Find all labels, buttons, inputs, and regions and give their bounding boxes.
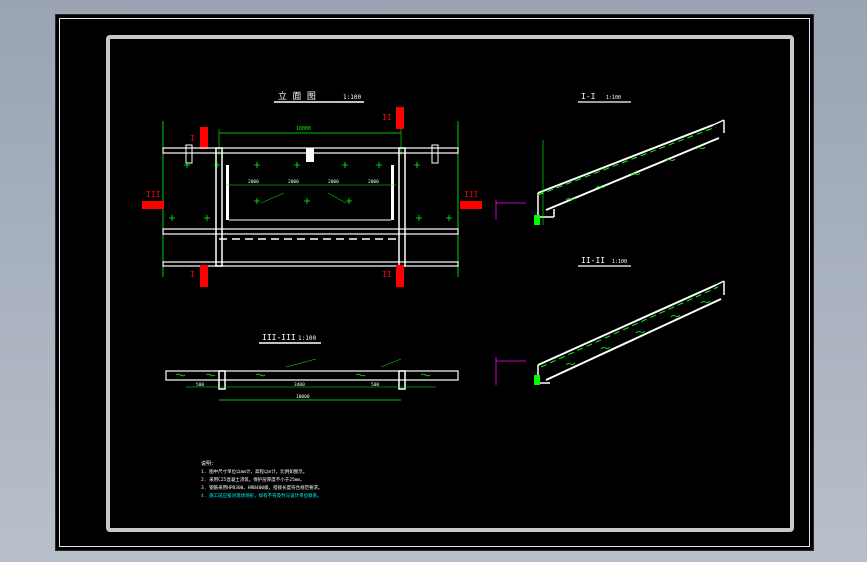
marker-II-bottom-label: II	[382, 270, 392, 279]
marker-I-top-label: I	[190, 134, 195, 143]
note-2: 2. 采用C25混凝土浇筑，保护层厚度不小于25mm。	[201, 476, 305, 483]
span-dim-c: 2000	[328, 179, 339, 185]
section-III-title: III-III	[262, 333, 296, 342]
sec3-dim-total: 10000	[296, 394, 310, 400]
marker-II-top-label: II	[382, 113, 392, 122]
note-4: 4. 施工前应核对现场地形，如有不符及时与设计单位联系。	[201, 492, 322, 499]
sec3-dim-end-a: 500	[196, 382, 204, 388]
section-marker-I-top	[200, 127, 208, 149]
section-II-scale: 1:100	[612, 259, 627, 265]
note-1: 1. 图中尺寸单位以mm计，高程以m计，比例如图示。	[201, 468, 307, 475]
notes-heading: 说明:	[201, 460, 214, 467]
section-III-scale: 1:100	[298, 335, 316, 342]
section-marker-II-bottom	[396, 265, 404, 287]
span-dim-a: 2000	[248, 179, 259, 185]
marker-III-right-label: III	[464, 190, 479, 199]
plan-scale: 1:100	[343, 94, 361, 101]
note-3: 3. 钢筋采用HPB300、HRB400级，搭接长度符合规范要求。	[201, 484, 323, 491]
section-I-scale: 1:100	[606, 95, 621, 101]
marker-III-left-label: III	[146, 190, 161, 199]
drawing-canvas: 立 面 图 1:100 10000 I II 2000 2000 2000 20…	[142, 90, 725, 499]
sec3-dim-mid: 3400	[294, 382, 305, 388]
rebar-marks	[169, 162, 452, 221]
plan-dim-total: 10000	[296, 126, 311, 132]
sec3-dim-end-b: 500	[371, 382, 379, 388]
section-marker-III-right	[460, 201, 482, 209]
span-dim-b: 2000	[288, 179, 299, 185]
span-dim-d: 2000	[368, 179, 379, 185]
section-III: III-III 1:100 500 3400 500 10000	[165, 333, 459, 401]
notes-block: 说明: 1. 图中尺寸单位以mm计，高程以m计，比例如图示。 2. 采用C25混…	[201, 460, 323, 499]
section-II-title: II-II	[581, 256, 605, 265]
plan-title: 立 面 图	[278, 90, 316, 102]
section-I-title: I-I	[581, 92, 596, 101]
section-marker-I-bottom	[200, 265, 208, 287]
section-marker-II-top	[396, 107, 404, 129]
section-II: II-II 1:100	[495, 256, 725, 385]
section-I: I-I 1:100	[495, 92, 725, 225]
plan-view: 立 面 图 1:100 10000 I II 2000 2000 2000 20…	[142, 90, 482, 287]
section-marker-III-left	[142, 201, 164, 209]
cad-viewport[interactable]: 立 面 图 1:100 10000 I II 2000 2000 2000 20…	[55, 14, 814, 551]
marker-I-bottom-label: I	[190, 270, 195, 279]
